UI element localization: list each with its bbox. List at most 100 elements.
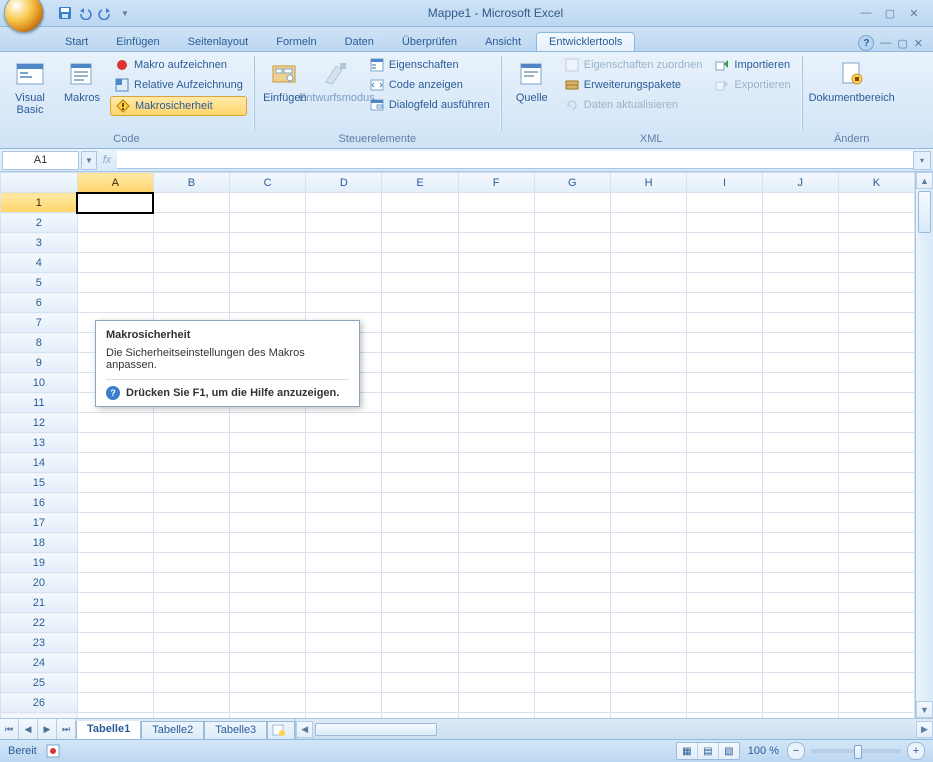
row-header[interactable]: 8	[1, 333, 78, 353]
cell[interactable]	[306, 573, 382, 593]
cell[interactable]	[306, 233, 382, 253]
cell[interactable]	[77, 633, 153, 653]
cell[interactable]	[610, 513, 686, 533]
cell[interactable]	[838, 253, 914, 273]
makro-aufzeichnen-button[interactable]: Makro aufzeichnen	[110, 56, 247, 74]
sheet-nav-first[interactable]: ⏮	[0, 719, 19, 739]
cell[interactable]	[610, 453, 686, 473]
cell[interactable]	[534, 393, 610, 413]
formula-bar[interactable]	[117, 151, 913, 169]
cell[interactable]	[534, 573, 610, 593]
cell[interactable]	[687, 253, 763, 273]
cell[interactable]	[610, 553, 686, 573]
cell[interactable]	[382, 233, 458, 253]
cell[interactable]	[687, 233, 763, 253]
makros-button[interactable]: Makros	[58, 56, 106, 104]
cell[interactable]	[306, 553, 382, 573]
cell[interactable]	[153, 593, 229, 613]
zoom-level[interactable]: 100 %	[748, 745, 779, 757]
cell[interactable]	[762, 553, 838, 573]
column-header[interactable]: H	[610, 173, 686, 193]
dialogfeld-button[interactable]: Dialogfeld ausführen	[365, 96, 494, 114]
cell[interactable]	[382, 673, 458, 693]
cell[interactable]	[382, 653, 458, 673]
erweiterungspakete-button[interactable]: Erweiterungspakete	[560, 76, 707, 94]
cell[interactable]	[382, 453, 458, 473]
row-header[interactable]: 21	[1, 593, 78, 613]
cell[interactable]	[534, 673, 610, 693]
cell[interactable]	[687, 573, 763, 593]
cell[interactable]	[762, 413, 838, 433]
eigenschaften-zuordnen-button[interactable]: Eigenschaften zuordnen	[560, 56, 707, 74]
cell[interactable]	[838, 413, 914, 433]
cell[interactable]	[77, 453, 153, 473]
cell[interactable]	[230, 493, 306, 513]
cell[interactable]	[610, 473, 686, 493]
row-header[interactable]: 11	[1, 393, 78, 413]
cell[interactable]	[458, 493, 534, 513]
cell[interactable]	[153, 213, 229, 233]
new-sheet-button[interactable]	[267, 721, 295, 739]
cell[interactable]	[838, 513, 914, 533]
cell[interactable]	[306, 613, 382, 633]
row-header[interactable]: 26	[1, 693, 78, 713]
column-header[interactable]: K	[838, 173, 914, 193]
cell[interactable]	[687, 433, 763, 453]
row-header[interactable]: 4	[1, 253, 78, 273]
cell[interactable]	[230, 193, 306, 213]
cell[interactable]	[610, 253, 686, 273]
tab-einfuegen[interactable]: Einfügen	[103, 32, 172, 51]
row-header[interactable]: 10	[1, 373, 78, 393]
row-header[interactable]: 7	[1, 313, 78, 333]
cell[interactable]	[458, 453, 534, 473]
cell[interactable]	[306, 253, 382, 273]
cell[interactable]	[610, 653, 686, 673]
cell[interactable]	[458, 533, 534, 553]
cell[interactable]	[534, 553, 610, 573]
cell[interactable]	[153, 233, 229, 253]
cell[interactable]	[382, 333, 458, 353]
sheet-nav-next[interactable]: ▶	[38, 719, 57, 739]
cell[interactable]	[230, 433, 306, 453]
cell[interactable]	[77, 513, 153, 533]
cell[interactable]	[838, 473, 914, 493]
cell[interactable]	[838, 393, 914, 413]
cell[interactable]	[230, 693, 306, 713]
cell[interactable]	[77, 213, 153, 233]
cell[interactable]	[458, 653, 534, 673]
redo-icon[interactable]	[96, 4, 114, 22]
cell[interactable]	[762, 653, 838, 673]
cell[interactable]	[382, 273, 458, 293]
column-header[interactable]: F	[458, 173, 534, 193]
cell[interactable]	[153, 473, 229, 493]
cell[interactable]	[230, 293, 306, 313]
horizontal-scrollbar[interactable]: ◀ ▶	[295, 719, 933, 739]
cell[interactable]	[382, 513, 458, 533]
cell[interactable]	[77, 553, 153, 573]
entwurfsmodus-button[interactable]: Entwurfsmodus	[313, 56, 361, 104]
cell[interactable]	[762, 353, 838, 373]
row-header[interactable]: 16	[1, 493, 78, 513]
cell[interactable]	[687, 333, 763, 353]
cell[interactable]	[534, 313, 610, 333]
cell[interactable]	[838, 673, 914, 693]
cell[interactable]	[687, 193, 763, 213]
importieren-button[interactable]: Importieren	[710, 56, 794, 74]
cell[interactable]	[610, 533, 686, 553]
cell[interactable]	[762, 693, 838, 713]
cell[interactable]	[534, 533, 610, 553]
cell[interactable]	[534, 473, 610, 493]
cell[interactable]	[382, 473, 458, 493]
cell[interactable]	[382, 413, 458, 433]
column-header[interactable]: C	[230, 173, 306, 193]
scroll-thumb-h[interactable]	[315, 723, 437, 736]
cell[interactable]	[762, 393, 838, 413]
zoom-slider[interactable]	[811, 749, 901, 753]
cell[interactable]	[77, 573, 153, 593]
name-box[interactable]: A1	[2, 151, 79, 170]
cell[interactable]	[153, 673, 229, 693]
sheet-nav-prev[interactable]: ◀	[19, 719, 38, 739]
row-header[interactable]: 20	[1, 573, 78, 593]
cell[interactable]	[687, 413, 763, 433]
cell[interactable]	[838, 273, 914, 293]
